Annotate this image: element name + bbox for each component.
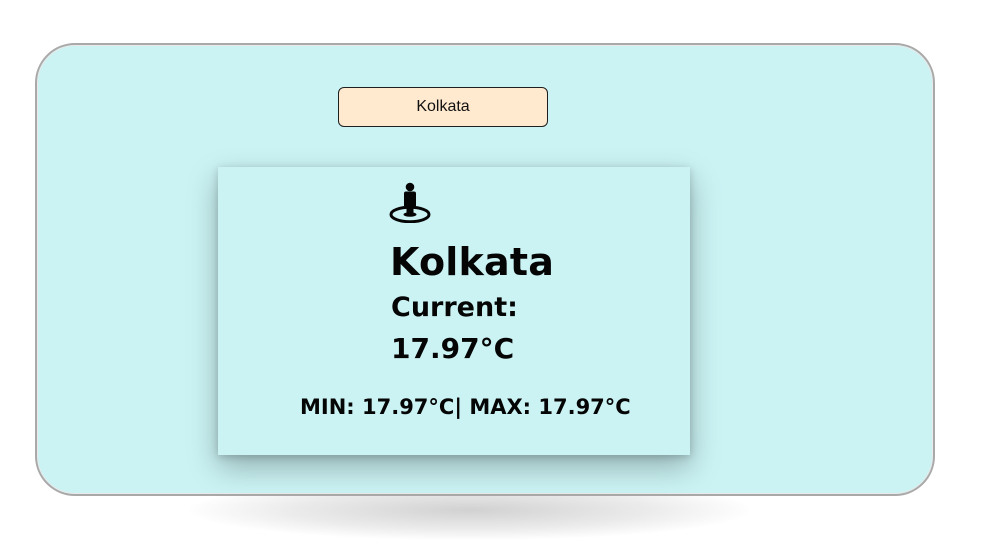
- current-temperature: 17.97°C: [391, 332, 515, 365]
- current-label: Current:: [391, 292, 518, 323]
- city-search-input[interactable]: [338, 87, 548, 127]
- street-view-icon: [389, 182, 431, 223]
- min-max-temperature: MIN: 17.97°C| MAX: 17.97°C: [300, 395, 631, 419]
- city-name: Kolkata: [390, 240, 555, 284]
